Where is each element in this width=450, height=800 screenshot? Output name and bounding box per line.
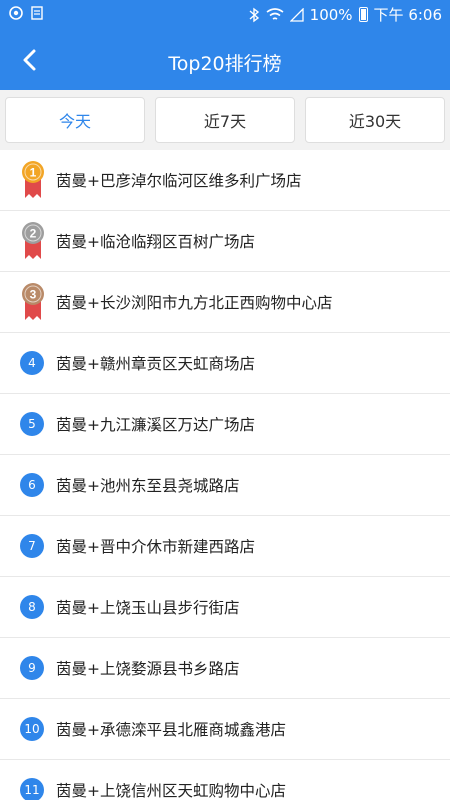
status-right: 100% 下午 6:06 <box>248 4 442 25</box>
gold-medal-icon: 1 <box>22 161 44 198</box>
store-name: 茵曼+池州东至县尧城路店 <box>56 477 240 495</box>
store-name: 茵曼+承德滦平县北雁商城鑫港店 <box>56 721 286 739</box>
rank-badge: 10 <box>20 717 44 741</box>
document-icon <box>31 6 43 20</box>
battery-icon <box>358 7 368 22</box>
store-name: 茵曼+临沧临翔区百树广场店 <box>56 233 255 251</box>
bluetooth-icon <box>249 7 259 22</box>
store-name: 茵曼+上饶玉山县步行街店 <box>56 599 240 617</box>
list-item[interactable]: 8 茵曼+上饶玉山县步行街店 <box>0 577 450 638</box>
bronze-medal-icon: 3 <box>22 283 44 320</box>
list-item[interactable]: 1 茵曼+巴彦淖尔临河区维多利广场店 <box>0 150 450 211</box>
rank-badge: 7 <box>20 534 44 558</box>
list-item[interactable]: 6 茵曼+池州东至县尧城路店 <box>0 455 450 516</box>
tab-today[interactable]: 今天 <box>5 97 145 143</box>
list-item[interactable]: 2 茵曼+临沧临翔区百树广场店 <box>0 211 450 272</box>
list-item[interactable]: 9 茵曼+上饶婺源县书乡路店 <box>0 638 450 699</box>
store-name: 茵曼+上饶婺源县书乡路店 <box>56 660 240 678</box>
list-item[interactable]: 7 茵曼+晋中介休市新建西路店 <box>0 516 450 577</box>
tab-7-days[interactable]: 近7天 <box>155 97 295 143</box>
sync-icon <box>9 6 23 20</box>
rank-badge: 8 <box>20 595 44 619</box>
ranking-list: 1 茵曼+巴彦淖尔临河区维多利广场店 2 茵曼+临沧临翔区百树广场店 3 茵曼+长沙浏阳市… <box>0 150 450 800</box>
rank-badge: 4 <box>20 351 44 375</box>
status-left-icons <box>8 5 46 21</box>
store-name: 茵曼+巴彦淖尔临河区维多利广场店 <box>56 172 302 190</box>
signal-icon <box>289 7 304 22</box>
store-name: 茵曼+赣州章贡区天虹商场店 <box>56 355 255 373</box>
rank-badge: 9 <box>20 656 44 680</box>
page-title: Top20排行榜 <box>168 53 282 75</box>
medal-rank: 2 <box>30 227 37 241</box>
clock: 下午 6:06 <box>373 6 442 24</box>
list-item[interactable]: 5 茵曼+九江濂溪区万达广场店 <box>0 394 450 455</box>
medal-rank: 1 <box>30 166 37 180</box>
silver-medal-icon: 2 <box>22 222 44 259</box>
store-name: 茵曼+长沙浏阳市九方北正西购物中心店 <box>56 294 333 312</box>
tab-30-days[interactable]: 近30天 <box>305 97 445 143</box>
rank-badge: 11 <box>20 778 44 800</box>
list-item[interactable]: 11 茵曼+上饶信州区天虹购物中心店 <box>0 760 450 800</box>
status-bar: 100% 下午 6:06 <box>0 0 450 30</box>
battery-percent: 100% <box>309 5 353 24</box>
store-name: 茵曼+晋中介休市新建西路店 <box>56 538 255 556</box>
store-name: 茵曼+上饶信州区天虹购物中心店 <box>56 782 286 800</box>
list-item[interactable]: 10 茵曼+承德滦平县北雁商城鑫港店 <box>0 699 450 760</box>
list-item[interactable]: 3 茵曼+长沙浏阳市九方北正西购物中心店 <box>0 272 450 333</box>
rank-badge: 6 <box>20 473 44 497</box>
list-item[interactable]: 4 茵曼+赣州章贡区天虹商场店 <box>0 333 450 394</box>
medal-rank: 3 <box>30 288 37 302</box>
wifi-icon <box>266 7 284 20</box>
nav-bar: Top20排行榜 <box>0 30 450 90</box>
period-tabs: 今天 近7天 近30天 <box>0 90 450 150</box>
rank-badge: 5 <box>20 412 44 436</box>
store-name: 茵曼+九江濂溪区万达广场店 <box>56 416 255 434</box>
